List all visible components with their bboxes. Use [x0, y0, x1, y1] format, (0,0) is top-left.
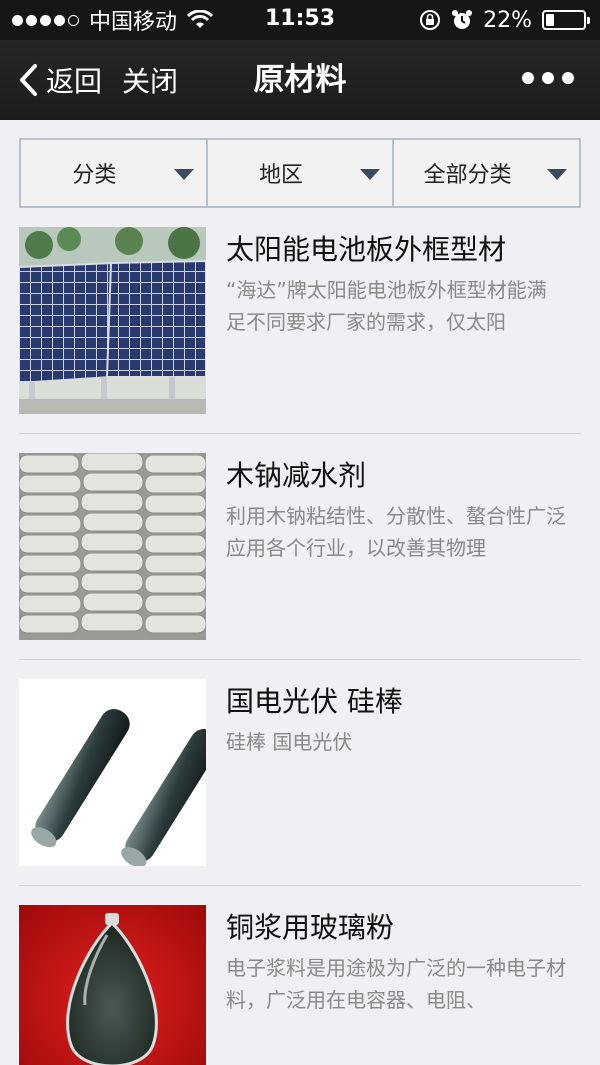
filter-region-label: 地区	[259, 163, 304, 188]
status-bar: 中国移动 11:53 22%	[0, 0, 600, 40]
list-item[interactable]: 铜浆用玻璃粉 电子浆料是用途极为广泛的一种电子材料，广泛用在电容器、电阻、	[0, 886, 600, 1065]
product-description: 利用木钠粘结性、分散性、螯合性广泛应用各个行业，以改善其物理	[226, 504, 566, 560]
product-title: 国电光伏 硅棒	[226, 685, 403, 718]
product-description: 硅棒 国电光伏	[226, 730, 353, 754]
battery-percent: 22%	[483, 7, 532, 33]
product-list: 太阳能电池板外框型材 “海达”牌太阳能电池板外框型材能满足不同要求厂家的需求，仅…	[0, 208, 600, 1065]
silicon-rod-image	[19, 679, 206, 866]
list-item[interactable]: 太阳能电池板外框型材 “海达”牌太阳能电池板外框型材能满足不同要求厂家的需求，仅…	[0, 208, 600, 434]
list-item[interactable]: 国电光伏 硅棒 硅棒 国电光伏	[0, 660, 600, 886]
filter-all-categories-label: 全部分类	[423, 163, 512, 188]
dropdown-arrow-icon	[547, 169, 568, 180]
more-options-button[interactable]	[522, 72, 574, 84]
dropdown-arrow-icon	[173, 169, 194, 180]
product-title: 木钠减水剂	[226, 459, 367, 492]
list-item[interactable]: 木钠减水剂 利用木钠粘结性、分散性、螯合性广泛应用各个行业，以改善其物理	[0, 434, 600, 660]
product-title: 铜浆用玻璃粉	[226, 911, 395, 944]
rotation-lock-icon	[420, 10, 441, 30]
dropdown-arrow-icon	[360, 169, 381, 180]
cement-bags-image	[19, 453, 206, 640]
product-description: “海达”牌太阳能电池板外框型材能满足不同要求厂家的需求，仅太阳	[226, 278, 547, 334]
filter-category[interactable]: 分类	[21, 140, 208, 206]
product-title: 太阳能电池板外框型材	[226, 233, 507, 266]
alarm-icon	[452, 10, 473, 29]
navigation-bar: 返回 关闭 原材料	[0, 40, 600, 120]
page-title: 原材料	[253, 62, 347, 98]
glass-powder-image	[19, 905, 206, 1065]
filter-region[interactable]: 地区	[208, 140, 395, 206]
filter-category-label: 分类	[72, 163, 117, 188]
solar-panel-image	[19, 227, 206, 414]
filter-bar: 分类 地区 全部分类	[19, 138, 581, 208]
product-description: 电子浆料是用途极为广泛的一种电子材料，广泛用在电容器、电阻、	[226, 956, 566, 1012]
filter-all-categories[interactable]: 全部分类	[394, 140, 579, 206]
battery-icon	[542, 10, 590, 30]
